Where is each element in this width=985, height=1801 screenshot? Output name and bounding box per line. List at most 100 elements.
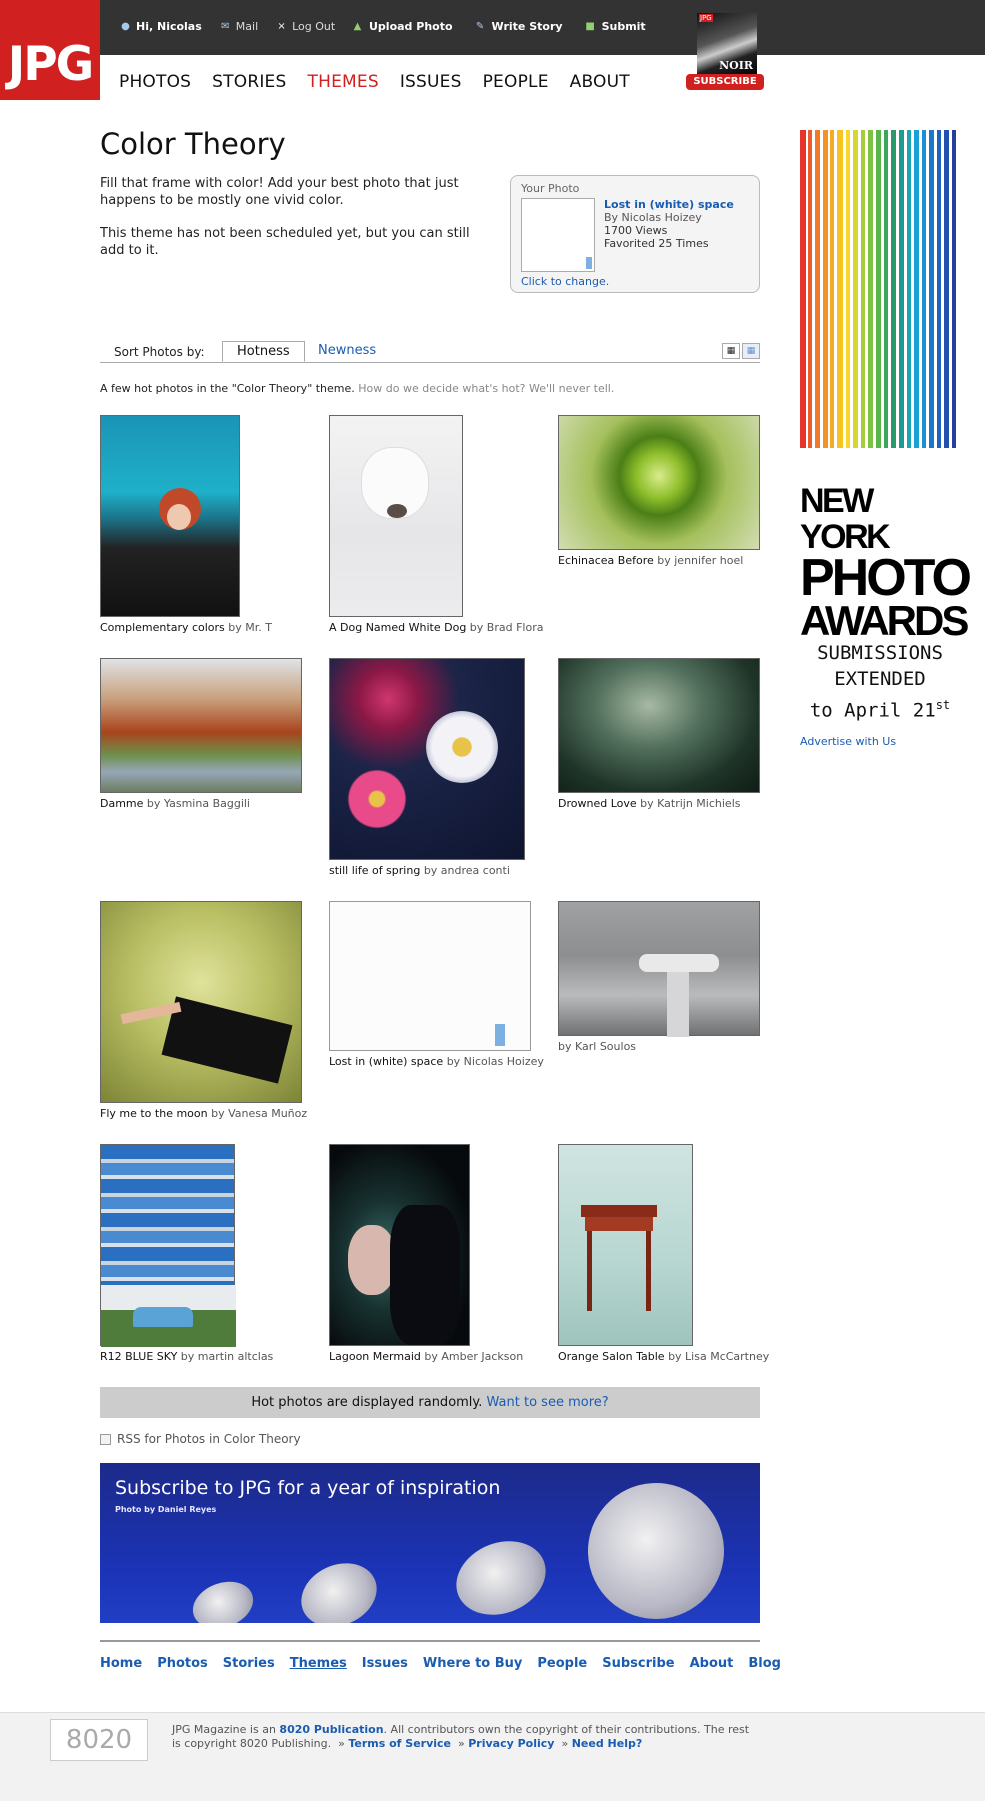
photo-author[interactable]: by Katrijn Michiels: [640, 797, 740, 810]
user-icon: ●: [121, 21, 130, 32]
submissions-sup: st: [935, 698, 951, 712]
photo-karl-soulos[interactable]: [558, 901, 760, 1037]
photo-author[interactable]: by Amber Jackson: [424, 1350, 523, 1363]
photo-title[interactable]: A Dog Named White Dog: [329, 621, 466, 634]
publication-link[interactable]: 8020 Publication: [279, 1723, 383, 1736]
photo-white-dog[interactable]: [329, 415, 463, 617]
submit-link[interactable]: ■ Submit: [585, 20, 646, 33]
legal-text: JPG Magazine is an 8020 Publication. All…: [172, 1723, 750, 1750]
greeting-link[interactable]: ● Hi, Nicolas: [120, 20, 202, 33]
terms-link[interactable]: Terms of Service: [348, 1737, 451, 1750]
advertise-link[interactable]: Advertise with Us: [800, 735, 896, 748]
your-photo-title[interactable]: Lost in (white) space: [604, 198, 734, 211]
photo-title[interactable]: Complementary colors: [100, 621, 225, 634]
hot-note-text: A few hot photos in the "Color Theory" t…: [100, 382, 355, 395]
nav-issues[interactable]: ISSUES: [400, 72, 462, 92]
action-links: ▲ Upload Photo ✎ Write Story ■ Submit: [352, 20, 646, 33]
footer-issues[interactable]: Issues: [362, 1656, 408, 1671]
large-grid-icon[interactable]: ▦: [722, 343, 740, 359]
footer-where-to-buy[interactable]: Where to Buy: [423, 1656, 522, 1671]
photo-damme[interactable]: [100, 658, 302, 793]
photo-complementary-colors[interactable]: [100, 415, 240, 617]
submit-icon: ■: [585, 21, 595, 32]
logout-link[interactable]: × Log Out: [276, 20, 335, 33]
photo-title[interactable]: Lost in (white) space: [329, 1055, 443, 1068]
photo-title[interactable]: Lagoon Mermaid: [329, 1350, 421, 1363]
nav-stories[interactable]: STORIES: [212, 72, 286, 92]
hot-note: A few hot photos in the "Color Theory" t…: [100, 382, 614, 395]
upload-photo-link[interactable]: ▲ Upload Photo: [352, 20, 453, 33]
main-nav: PHOTOS STORIES THEMES ISSUES PEOPLE ABOU…: [119, 72, 630, 92]
your-photo-thumbnail[interactable]: [521, 198, 595, 272]
photo-title[interactable]: Drowned Love: [558, 797, 637, 810]
ad-line3: AWARDS: [800, 597, 969, 644]
photo-author[interactable]: by Brad Flora: [470, 621, 544, 634]
rss-label: RSS for Photos in Color Theory: [117, 1432, 301, 1446]
sort-tab-newness[interactable]: Newness: [304, 341, 390, 362]
theme-intro: Fill that frame with color! Add your bes…: [100, 175, 470, 275]
photo-title[interactable]: Damme: [100, 797, 143, 810]
footer-blog[interactable]: Blog: [748, 1656, 781, 1671]
photo-echinacea[interactable]: [558, 415, 760, 550]
ny-photo-awards-ad[interactable]: NEW YORK PHOTO AWARDS: [800, 483, 972, 644]
photo-still-life-of-spring[interactable]: [329, 658, 525, 860]
upload-photo-label: Upload Photo: [369, 20, 453, 33]
photo-author[interactable]: by Karl Soulos: [558, 1040, 636, 1053]
publisher-logo[interactable]: 8020: [50, 1719, 148, 1761]
upload-icon: ▲: [353, 21, 362, 32]
rainbow-stripes-ad[interactable]: [800, 130, 960, 448]
photo-lagoon-mermaid[interactable]: [329, 1144, 470, 1346]
photo-title[interactable]: Orange Salon Table: [558, 1350, 665, 1363]
photo-title[interactable]: Echinacea Before: [558, 554, 654, 567]
photo-caption: Drowned Love by Katrijn Michiels: [558, 797, 740, 810]
jpg-logo[interactable]: JPG: [0, 0, 100, 100]
photo-drowned-love[interactable]: [558, 658, 760, 793]
theme-description: Fill that frame with color! Add your bes…: [100, 176, 459, 208]
photo-author[interactable]: by Yasmina Baggili: [147, 797, 250, 810]
footer-subscribe[interactable]: Subscribe: [602, 1656, 674, 1671]
sort-bar: Sort Photos by: Hotness Newness ▦ ▦: [100, 341, 760, 363]
footer-stories[interactable]: Stories: [223, 1656, 275, 1671]
nav-about[interactable]: ABOUT: [570, 72, 630, 92]
footer-people[interactable]: People: [537, 1656, 587, 1671]
footer-about[interactable]: About: [690, 1656, 734, 1671]
footer-home[interactable]: Home: [100, 1656, 142, 1671]
nav-themes[interactable]: THEMES: [308, 72, 379, 92]
photo-lost-in-white-space[interactable]: [329, 901, 531, 1051]
photo-author[interactable]: by Vanesa Muñoz: [211, 1107, 307, 1120]
photo-caption: still life of spring by andrea conti: [329, 864, 510, 877]
change-photo-link[interactable]: Click to change.: [521, 275, 609, 288]
hot-note-muted[interactable]: How do we decide what's hot? We'll never…: [358, 382, 614, 395]
photo-author[interactable]: by Mr. T: [228, 621, 272, 634]
nav-people[interactable]: PEOPLE: [483, 72, 549, 92]
photo-r12-blue-sky[interactable]: [100, 1144, 236, 1347]
greeting-label: Hi, Nicolas: [136, 20, 202, 33]
photo-title[interactable]: Fly me to the moon: [100, 1107, 208, 1120]
small-grid-icon[interactable]: ▦: [742, 343, 760, 359]
photo-author[interactable]: by martin altclas: [181, 1350, 274, 1363]
submit-label: Submit: [601, 20, 646, 33]
cover-word: NOIR: [719, 59, 753, 72]
magazine-cover[interactable]: JPG NOIR: [697, 13, 757, 78]
nav-photos[interactable]: PHOTOS: [119, 72, 191, 92]
photo-author[interactable]: by Lisa McCartney: [668, 1350, 769, 1363]
footer-themes[interactable]: Themes: [290, 1656, 347, 1671]
photo-orange-salon-table[interactable]: [558, 1144, 693, 1346]
rss-link[interactable]: RSS for Photos in Color Theory: [100, 1432, 301, 1446]
photo-author[interactable]: by jennifer hoel: [657, 554, 743, 567]
help-link[interactable]: Need Help?: [572, 1737, 643, 1750]
privacy-link[interactable]: Privacy Policy: [468, 1737, 554, 1750]
mail-link[interactable]: ✉ Mail: [220, 20, 258, 33]
see-more-link[interactable]: Want to see more?: [487, 1395, 609, 1410]
photo-title[interactable]: R12 BLUE SKY: [100, 1350, 177, 1363]
write-story-link[interactable]: ✎ Write Story: [475, 20, 563, 33]
your-photo-meta: Lost in (white) space By Nicolas Hoizey …: [604, 198, 734, 250]
sort-tab-hotness[interactable]: Hotness: [222, 341, 305, 362]
photo-title[interactable]: still life of spring: [329, 864, 420, 877]
footer-photos[interactable]: Photos: [157, 1656, 208, 1671]
subscribe-banner[interactable]: Subscribe to JPG for a year of inspirati…: [100, 1463, 760, 1623]
photo-author[interactable]: by Nicolas Hoizey: [447, 1055, 544, 1068]
subscribe-button[interactable]: SUBSCRIBE: [686, 74, 764, 90]
photo-author[interactable]: by andrea conti: [424, 864, 510, 877]
photo-fly-me-to-the-moon[interactable]: [100, 901, 302, 1103]
